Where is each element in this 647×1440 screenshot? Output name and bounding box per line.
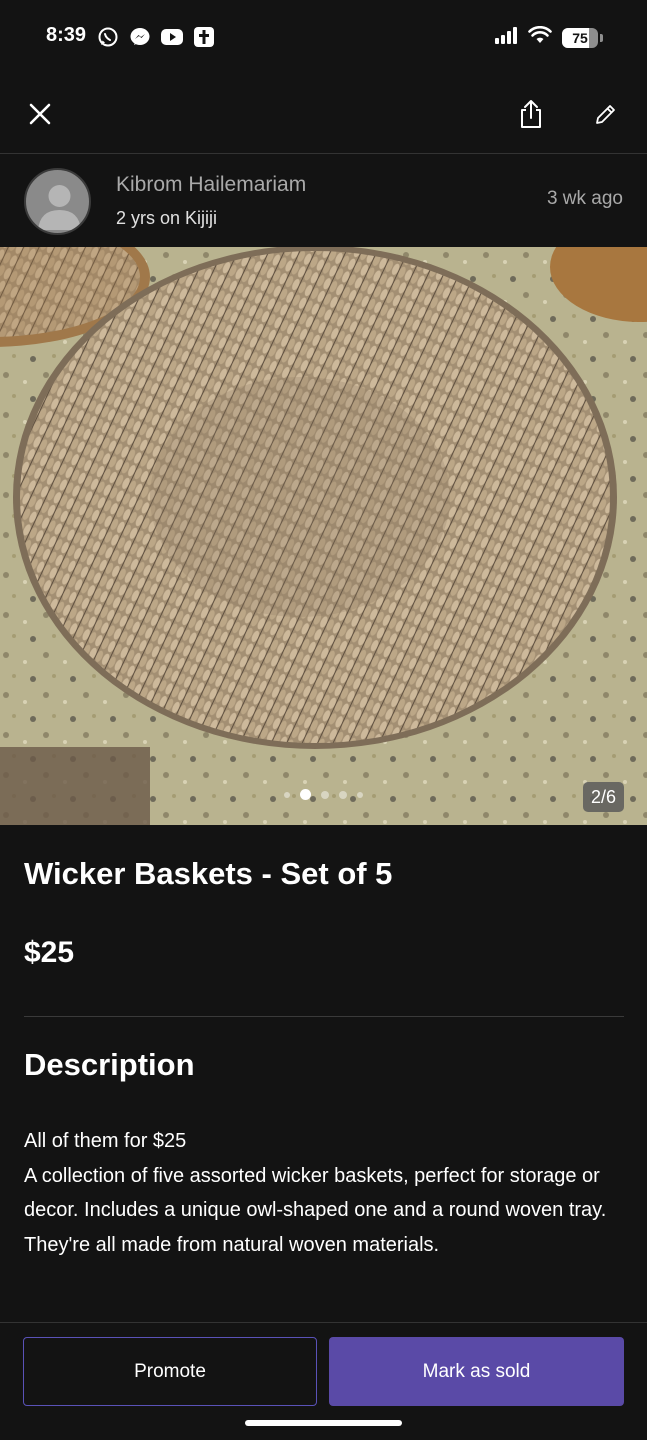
- description-text: All of them for $25 A collection of five…: [24, 1124, 624, 1262]
- description-heading: Description: [24, 1047, 195, 1082]
- divider: [24, 1016, 624, 1017]
- battery-level: 75: [572, 29, 588, 46]
- signal-icon: [494, 26, 518, 49]
- avatar[interactable]: [24, 168, 91, 235]
- whatsapp-icon: [96, 25, 120, 49]
- listing-photo[interactable]: 2/6: [0, 247, 647, 825]
- person-placeholder-icon: [38, 185, 81, 230]
- status-bar: 8:39 75: [0, 0, 647, 74]
- bottom-action-bar: Promote Mark as sold: [0, 1322, 647, 1440]
- messenger-icon: [128, 25, 152, 49]
- carousel-dot[interactable]: [339, 790, 347, 799]
- listing-title: Wicker Baskets - Set of 5: [24, 856, 393, 891]
- wicker-tray-image: [0, 247, 647, 825]
- youtube-icon: [160, 25, 184, 49]
- wifi-icon: [528, 25, 552, 49]
- seller-name[interactable]: Kibrom Hailemariam: [116, 173, 306, 197]
- notification-icons: [96, 25, 216, 49]
- posted-time: 3 wk ago: [546, 188, 623, 209]
- listing-price: $25: [24, 936, 75, 969]
- battery-indicator: 75: [562, 27, 598, 48]
- edit-button[interactable]: [588, 96, 624, 132]
- pencil-icon: [596, 105, 615, 124]
- description-body: A collection of five assorted wicker bas…: [24, 1164, 607, 1256]
- battery-tip: [600, 33, 603, 42]
- carousel-dot[interactable]: [321, 790, 329, 799]
- mark-as-sold-button[interactable]: Mark as sold: [329, 1337, 624, 1406]
- share-icon: [521, 100, 541, 128]
- carousel-dot[interactable]: [357, 791, 363, 798]
- share-button[interactable]: [513, 96, 549, 132]
- system-indicators: 75: [494, 25, 603, 49]
- carousel-dot-active[interactable]: [300, 789, 311, 800]
- close-button[interactable]: [22, 96, 58, 132]
- description-line: All of them for $25: [24, 1130, 187, 1152]
- bible-icon: [192, 25, 216, 49]
- home-indicator[interactable]: [245, 1420, 402, 1426]
- promote-button[interactable]: Promote: [23, 1337, 317, 1406]
- carousel-dot[interactable]: [284, 791, 290, 798]
- close-icon: [29, 103, 51, 125]
- top-action-bar: [0, 74, 647, 154]
- status-time: 8:39: [46, 24, 87, 46]
- carousel-dots: [0, 789, 647, 800]
- seller-tenure: 2 yrs on Kijiji: [116, 208, 218, 228]
- seller-info[interactable]: Kibrom Hailemariam 2 yrs on Kijiji 3 wk …: [0, 155, 647, 247]
